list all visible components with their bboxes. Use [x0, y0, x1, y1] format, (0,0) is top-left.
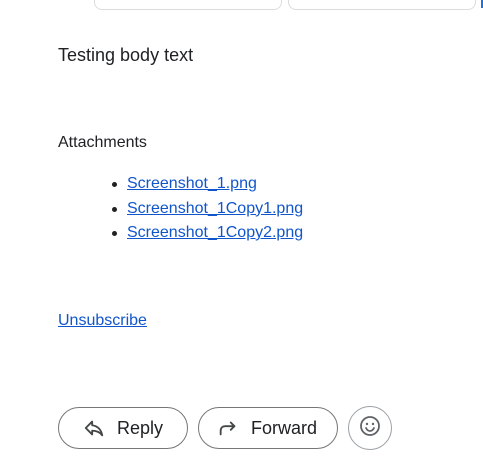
attachment-item: Screenshot_1Copy2.png: [111, 221, 303, 246]
emoji-reaction-button[interactable]: [348, 406, 392, 450]
reply-button-label: Reply: [117, 417, 164, 438]
message-body-text: Testing body text: [58, 45, 194, 65]
forward-button-label: Forward: [251, 417, 318, 438]
attachments-heading: Attachments: [58, 134, 147, 151]
attachment-item: Screenshot_1.png: [111, 172, 303, 197]
forward-arrow-icon: [217, 417, 239, 439]
forward-button[interactable]: Forward: [198, 407, 338, 449]
email-message-view: Testing body text Attachments Screenshot…: [0, 0, 483, 474]
unsubscribe-link[interactable]: Unsubscribe: [58, 312, 147, 330]
attachment-list: Screenshot_1.png Screenshot_1Copy1.png S…: [58, 172, 303, 246]
attachment-item: Screenshot_1Copy1.png: [111, 197, 303, 222]
reply-button[interactable]: Reply: [58, 407, 188, 449]
top-toolbar-field-right[interactable]: [288, 0, 476, 10]
attachment-link-screenshot-1[interactable]: Screenshot_1.png: [127, 175, 257, 192]
message-actions: Reply Forward: [58, 406, 392, 450]
top-toolbar-field-left[interactable]: [94, 0, 282, 10]
attachment-link-screenshot-1-copy1[interactable]: Screenshot_1Copy1.png: [127, 200, 303, 217]
attachment-link-screenshot-1-copy2[interactable]: Screenshot_1Copy2.png: [127, 224, 303, 241]
smiley-icon: [358, 414, 382, 443]
reply-arrow-icon: [83, 417, 105, 439]
